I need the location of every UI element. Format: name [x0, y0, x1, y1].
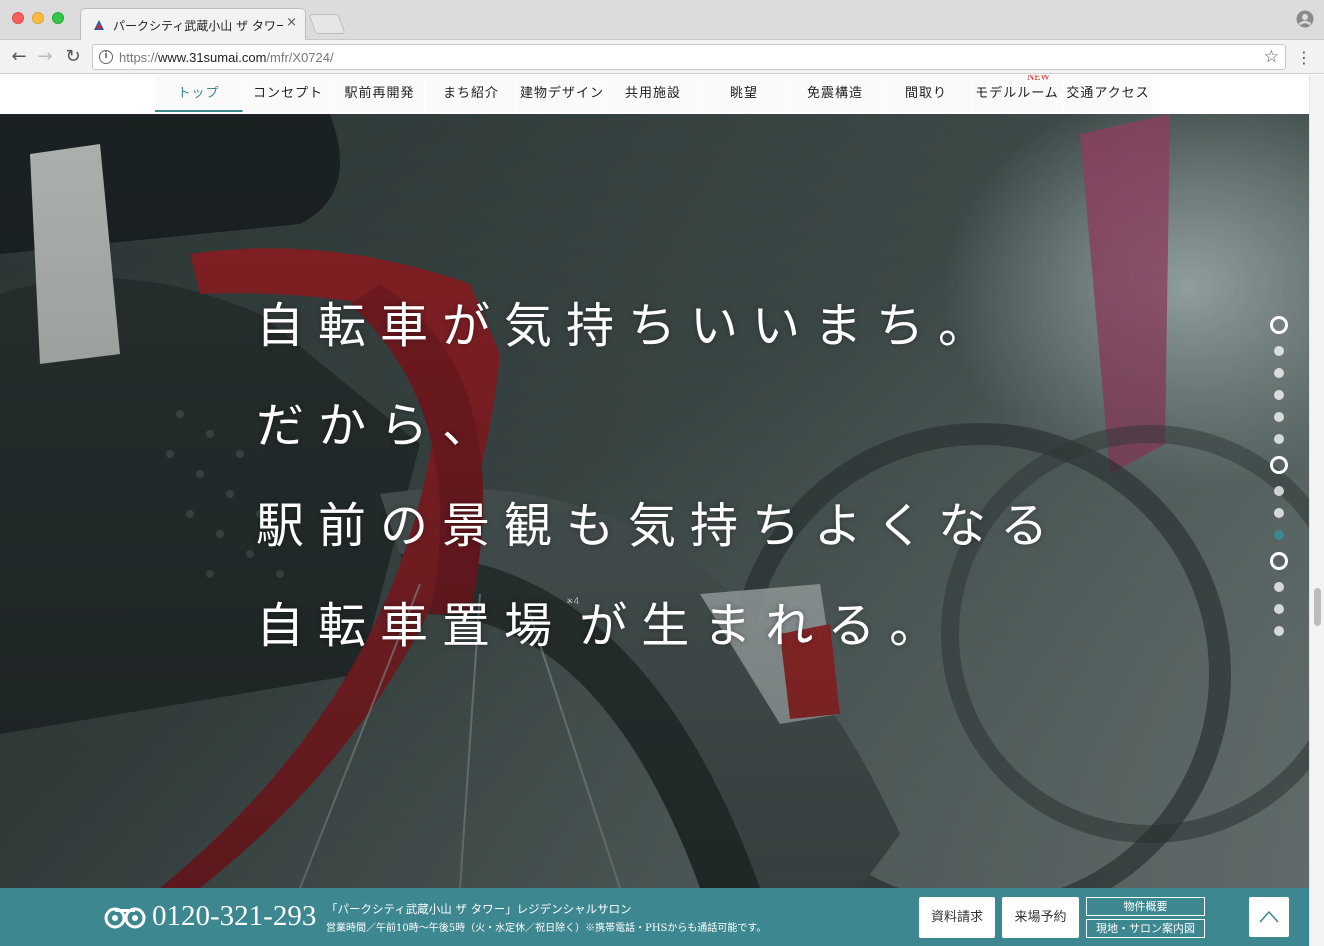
browser-titlebar: パークシティ武蔵小山 ザ タワー ×	[0, 0, 1324, 40]
new-badge: NEW	[1027, 75, 1050, 83]
nav-item-redevelopment[interactable]: 駅前再開発	[334, 75, 426, 112]
nav-item-top[interactable]: トップ	[155, 75, 243, 112]
nav-item-seismic[interactable]: 免震構造	[790, 75, 881, 112]
hero-copy-line-2: だから、	[256, 398, 505, 454]
footnote-mark: ※4	[566, 597, 580, 607]
slide-dot[interactable]	[1274, 390, 1284, 400]
new-tab-button[interactable]	[308, 14, 346, 34]
url-path: /mfr/X0724/	[266, 50, 334, 65]
bookmark-star-icon[interactable]: ☆	[1264, 47, 1279, 67]
reload-icon[interactable]: ↻	[62, 46, 84, 68]
slide-dot[interactable]	[1270, 456, 1288, 474]
hero-section: 自転車が気持ちいいまち。 だから、 駅前の景観も気持ちよくなる 自転車置場※4が…	[0, 114, 1309, 888]
url-host: www.31sumai.com	[158, 50, 267, 65]
slide-dot[interactable]	[1270, 552, 1288, 570]
back-icon[interactable]: ←	[8, 46, 30, 68]
slide-dot[interactable]	[1274, 434, 1284, 444]
hero-copy-line-3: 駅前の景観も気持ちよくなる	[256, 498, 1063, 554]
site-favicon-icon	[94, 20, 104, 30]
tab-title: パークシティ武蔵小山 ザ タワー	[113, 19, 283, 33]
slide-dot[interactable]	[1274, 626, 1284, 636]
nav-item-floorplan[interactable]: 間取り	[881, 75, 972, 112]
nav-item-facilities[interactable]: 共用施設	[608, 75, 699, 112]
chevron-up-icon	[1259, 910, 1279, 923]
tab-close-icon[interactable]: ×	[286, 15, 297, 30]
nav-item-design[interactable]: 建物デザイン	[517, 75, 608, 112]
property-overview-link[interactable]: 物件概要	[1086, 897, 1205, 916]
url-scheme: https://	[119, 50, 159, 65]
free-dial-icon	[104, 907, 146, 929]
hero-copy-line-1: 自転車が気持ちいいまち。	[256, 298, 1001, 354]
site-navigation: トップ コンセプト 駅前再開発 まち紹介 建物デザイン 共用施設 眺望 免震構造…	[0, 75, 1309, 114]
hero-copy-line-4a: 自転車置場	[256, 598, 567, 654]
slide-dot[interactable]	[1274, 508, 1284, 518]
back-to-top-button[interactable]	[1249, 897, 1289, 937]
nav-item-view[interactable]: 眺望	[699, 75, 790, 112]
page-scrollbar[interactable]	[1309, 75, 1324, 946]
close-window-button[interactable]	[12, 12, 24, 24]
browser-tab-active[interactable]: パークシティ武蔵小山 ザ タワー ×	[80, 8, 306, 40]
profile-icon[interactable]	[1296, 10, 1314, 28]
address-bar[interactable]: i https://www.31sumai.com/mfr/X0724/ ☆	[92, 44, 1286, 70]
slide-dot-current[interactable]	[1274, 530, 1284, 540]
slide-dot[interactable]	[1274, 412, 1284, 422]
phone-number[interactable]: 0120-321-293	[152, 900, 316, 933]
url-text[interactable]: https://www.31sumai.com/mfr/X0724/	[119, 50, 334, 65]
request-materials-button[interactable]: 資料請求	[919, 897, 995, 938]
contact-footer-bar: 0120-321-293 「パークシティ武蔵小山 ザ タワー」レジデンシャルサロ…	[0, 888, 1309, 946]
slide-dot[interactable]	[1274, 346, 1284, 356]
maximize-window-button[interactable]	[52, 12, 64, 24]
slide-dot[interactable]	[1274, 486, 1284, 496]
slide-dot[interactable]	[1274, 582, 1284, 592]
web-page: トップ コンセプト 駅前再開発 まち紹介 建物デザイン 共用施設 眺望 免震構造…	[0, 75, 1324, 946]
scrollbar-thumb[interactable]	[1314, 588, 1321, 626]
browser-menu-icon[interactable]: ⋮	[1296, 48, 1312, 67]
slide-dot[interactable]	[1274, 368, 1284, 378]
slide-dot[interactable]	[1270, 316, 1288, 334]
hero-copy-line-4b: が生まれる。	[579, 598, 952, 654]
nav-item-concept[interactable]: コンセプト	[243, 75, 334, 112]
minimize-window-button[interactable]	[32, 12, 44, 24]
slide-dot[interactable]	[1274, 604, 1284, 614]
browser-toolbar: ← → ↻ i https://www.31sumai.com/mfr/X072…	[0, 40, 1324, 74]
site-info-icon[interactable]: i	[99, 50, 113, 64]
site-map-link[interactable]: 現地・サロン案内図	[1086, 919, 1205, 938]
nav-item-town[interactable]: まち紹介	[426, 75, 517, 112]
forward-icon[interactable]: →	[34, 46, 56, 68]
salon-name: 「パークシティ武蔵小山 ザ タワー」レジデンシャルサロン	[326, 902, 632, 916]
hero-copy-line-4: 自転車置場※4が生まれる。	[256, 586, 951, 656]
visit-reservation-button[interactable]: 来場予約	[1002, 897, 1079, 938]
business-hours: 営業時間／午前10時〜午後5時（火・水定休／祝日除く）※携帯電話・PHSからも通…	[326, 923, 767, 934]
nav-item-access[interactable]: 交通アクセス	[1063, 75, 1154, 112]
